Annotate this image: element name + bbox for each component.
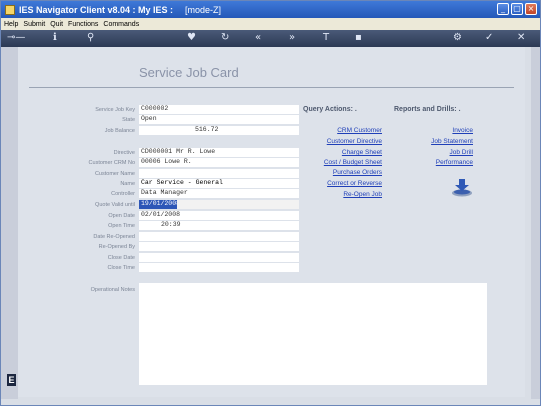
directive-field[interactable]: CD000001 Mr R. Lowe — [139, 148, 299, 157]
link-charge-sheet[interactable]: Charge Sheet — [308, 149, 382, 156]
query-actions-heading: Query Actions: . — [303, 106, 357, 113]
label-job-balance: Job Balance — [104, 128, 135, 134]
label-customer-crm-no: Customer CRM No — [88, 160, 135, 166]
link-performance[interactable]: Performance — [418, 159, 473, 166]
text-icon[interactable]: T — [323, 32, 329, 44]
label-quote-valid-until: Quote Valid until — [95, 202, 135, 208]
window-title: IES Navigator Client v8.04 : My IES : — [19, 4, 174, 15]
close-time-field[interactable] — [139, 263, 299, 272]
label-state: State — [122, 117, 135, 123]
label-open-time: Open Time — [108, 223, 135, 229]
app-window: IES Navigator Client v8.04 : My IES : [m… — [0, 0, 541, 406]
re-opened-by-field[interactable] — [139, 242, 299, 251]
label-controller: Controller — [111, 191, 135, 197]
link-job-statement[interactable]: Job Statement — [418, 138, 473, 145]
menu-bar: Help Submit Quit Functions Commands — [1, 18, 540, 30]
link-cost-budget-sheet[interactable]: Cost / Budget Sheet — [308, 159, 382, 166]
maximize-button[interactable]: ▢ — [511, 3, 523, 15]
job-balance-field[interactable]: 516.72 — [139, 126, 299, 135]
operational-notes-field[interactable] — [139, 283, 487, 385]
key-icon[interactable]: ⊸— — [7, 32, 25, 44]
open-time-field[interactable]: 20:39 — [139, 221, 299, 230]
menu-quit[interactable]: Quit — [50, 21, 63, 28]
title-divider — [29, 87, 514, 88]
label-service-job-key: Service Job Key — [95, 107, 135, 113]
check-icon[interactable]: ✓ — [485, 32, 493, 44]
form-panel: Service Job Card Service Job Key C000002… — [18, 47, 525, 397]
link-job-drill[interactable]: Job Drill — [418, 149, 473, 156]
square-icon[interactable]: ▪ — [355, 32, 362, 44]
search-icon[interactable]: ⚲ — [87, 32, 94, 44]
close-button[interactable]: × — [525, 3, 537, 15]
badge-icon: E — [7, 374, 16, 386]
menu-help[interactable]: Help — [4, 21, 18, 28]
download-icon[interactable] — [451, 178, 473, 198]
window-controls: _ ▢ × — [497, 3, 537, 15]
minimize-button[interactable]: _ — [497, 3, 509, 15]
heart-icon[interactable]: ♥ — [187, 32, 196, 44]
label-re-opened-by: Re-Opened By — [98, 244, 135, 250]
date-re-opened-field[interactable] — [139, 232, 299, 241]
link-purchase-orders[interactable]: Purchase Orders — [308, 169, 382, 176]
customer-name-field[interactable] — [139, 169, 299, 178]
label-operational-notes: Operational Notes — [90, 287, 135, 293]
link-correct-or-reverse[interactable]: Correct or Reverse — [308, 180, 382, 187]
page-title: Service Job Card — [139, 65, 239, 80]
reports-drills-heading: Reports and Drills: . — [394, 106, 461, 113]
quote-valid-until-field[interactable]: 19/01/2008 — [139, 200, 177, 209]
right-scrollbar[interactable] — [531, 47, 540, 399]
customer-crm-no-field[interactable]: 00006 Lowe R. — [139, 158, 299, 167]
controller-field[interactable]: Data Manager — [139, 189, 299, 198]
link-invoice[interactable]: Invoice — [418, 127, 473, 134]
close-date-field[interactable] — [139, 253, 299, 262]
label-close-date: Close Date — [107, 255, 135, 261]
menu-functions[interactable]: Functions — [68, 21, 98, 28]
link-re-open-job[interactable]: Re-Open Job — [308, 191, 382, 198]
link-crm-customer[interactable]: CRM Customer — [308, 127, 382, 134]
menu-commands[interactable]: Commands — [103, 21, 139, 28]
open-date-field[interactable]: 02/01/2008 — [139, 211, 299, 220]
title-bar: IES Navigator Client v8.04 : My IES : [m… — [1, 1, 540, 18]
app-icon — [5, 4, 15, 15]
label-directive: Directive — [113, 150, 135, 156]
toolbar: ⊸— ℹ ⚲ ♥ ↻ « » T ▪ ⚙ ✓ ✕ — [1, 30, 540, 47]
name-field[interactable]: Car Service - General — [139, 179, 299, 188]
left-margin — [1, 47, 18, 399]
service-job-key-field[interactable]: C000002 — [139, 105, 299, 114]
back-icon[interactable]: « — [255, 32, 261, 44]
info-icon[interactable]: ℹ — [53, 32, 57, 44]
window-mode: [mode-Z] — [185, 4, 222, 15]
cancel-icon[interactable]: ✕ — [517, 32, 525, 44]
state-field[interactable]: Open — [139, 115, 299, 124]
menu-submit[interactable]: Submit — [23, 21, 45, 28]
label-customer-name: Customer Name — [94, 171, 135, 177]
refresh-icon[interactable]: ↻ — [221, 32, 229, 44]
label-open-date: Open Date — [108, 213, 135, 219]
link-customer-directive[interactable]: Customer Directive — [308, 138, 382, 145]
forward-icon[interactable]: » — [289, 32, 295, 44]
label-close-time: Close Time — [107, 265, 135, 271]
label-date-re-opened: Date Re-Opened — [93, 234, 135, 240]
label-name: Name — [120, 181, 135, 187]
settings-icon[interactable]: ⚙ — [453, 32, 462, 44]
quote-valid-until-remainder — [177, 200, 299, 209]
